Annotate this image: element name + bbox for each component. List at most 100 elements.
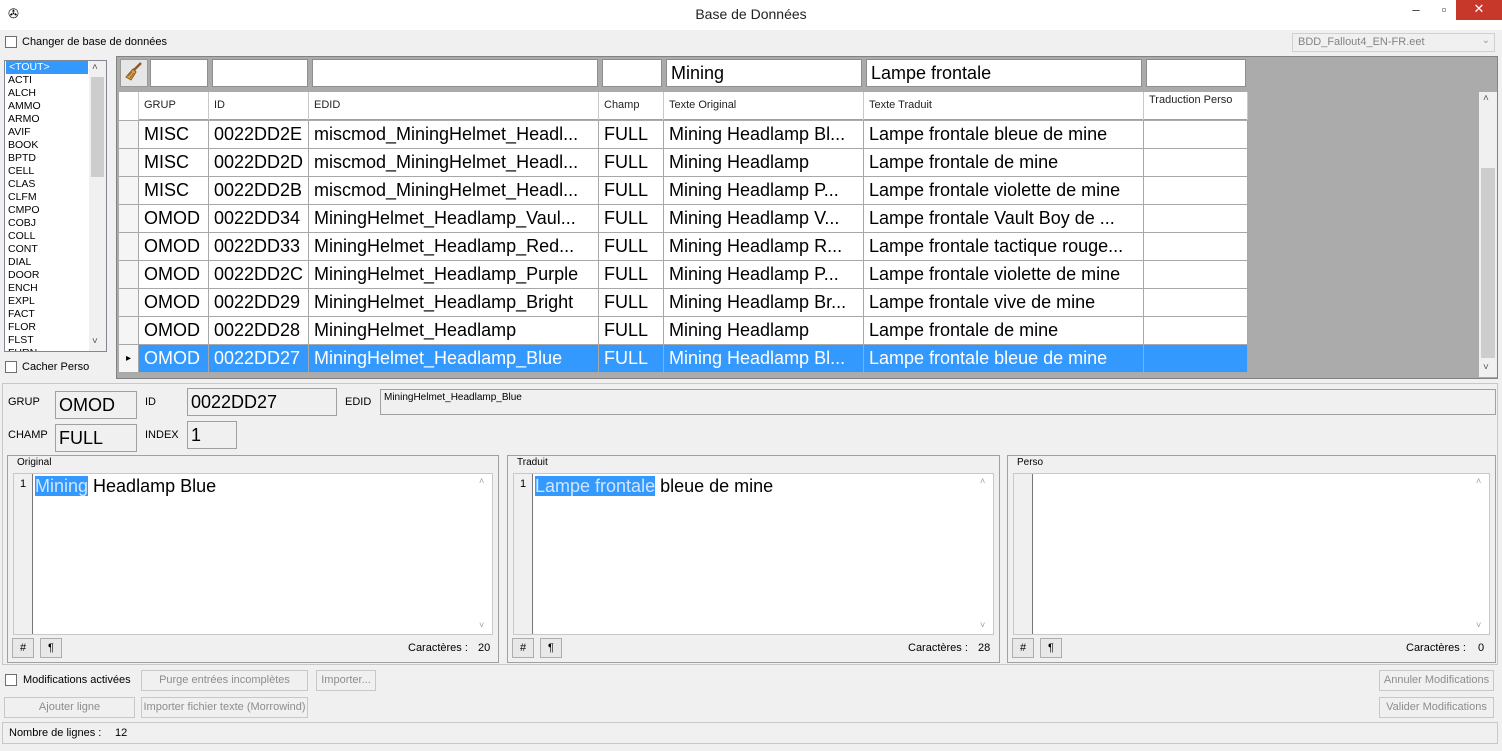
scroll-thumb[interactable] <box>1481 168 1495 358</box>
table-cell[interactable]: 0022DD28 <box>209 317 309 344</box>
original-scrollbar[interactable]: ˄ ˅ <box>475 474 492 634</box>
record-type-list[interactable]: <TOUT> ACTI ALCH AMMO ARMO AVIF BOOK BPTD CELL CL… <box>4 60 107 352</box>
table-row[interactable]: MISC 0022DD2E miscmod_MiningHelmet_Headl..… <box>119 121 1248 149</box>
table-row[interactable]: OMOD 0022DD29 MiningHelmet_Headlamp_Bright… <box>119 289 1248 317</box>
table-cell[interactable] <box>1144 233 1248 260</box>
index-field[interactable]: 1 <box>187 421 237 449</box>
scroll-up-icon[interactable]: ˄ <box>980 476 985 486</box>
table-cell[interactable]: Lampe frontale Vault Boy de ... <box>864 205 1144 232</box>
original-hash-button[interactable]: # <box>12 638 34 658</box>
maximize-button[interactable]: ▫ <box>1430 0 1458 22</box>
table-cell[interactable]: FULL <box>599 233 664 260</box>
table-cell[interactable]: 0022DD2C <box>209 261 309 288</box>
row-header[interactable] <box>119 289 139 316</box>
table-cell[interactable]: Mining Headlamp R... <box>664 233 864 260</box>
table-cell[interactable]: MISC <box>139 177 209 204</box>
close-button[interactable]: ✕ <box>1456 0 1502 20</box>
table-cell[interactable]: FULL <box>599 149 664 176</box>
minimize-button[interactable]: – <box>1402 0 1430 22</box>
table-cell[interactable]: Lampe frontale de mine <box>864 149 1144 176</box>
table-cell[interactable]: OMOD <box>139 205 209 232</box>
cancel-mods-button[interactable]: Annuler Modifications <box>1379 670 1494 691</box>
table-cell[interactable]: Mining Headlamp <box>664 149 864 176</box>
traduit-pilcrow-button[interactable]: ¶ <box>540 638 562 658</box>
table-cell[interactable]: Lampe frontale violette de mine <box>864 177 1144 204</box>
table-cell[interactable]: Lampe frontale violette de mine <box>864 261 1144 288</box>
import-text-button[interactable]: Importer fichier texte (Morrowind) <box>141 697 308 718</box>
table-cell[interactable]: Lampe frontale tactique rouge... <box>864 233 1144 260</box>
row-header[interactable] <box>119 177 139 204</box>
scroll-down-icon[interactable]: ˅ <box>479 620 484 630</box>
col-header-id[interactable]: ID <box>209 92 309 120</box>
validate-mods-button[interactable]: Valider Modifications <box>1379 697 1494 718</box>
grid-scrollbar[interactable]: ˄ ˅ <box>1479 92 1497 377</box>
table-cell[interactable]: MiningHelmet_Headlamp <box>309 317 599 344</box>
col-header-champ[interactable]: Champ <box>599 92 664 120</box>
table-cell[interactable]: FULL <box>599 317 664 344</box>
import-button[interactable]: Importer... <box>316 670 376 691</box>
traduit-editor[interactable]: 1 Lampe frontale bleue de mine ˄ ˅ <box>513 473 994 635</box>
traduit-text[interactable]: Lampe frontale bleue de mine <box>535 476 773 497</box>
table-cell[interactable]: miscmod_MiningHelmet_Headl... <box>309 121 599 148</box>
table-cell[interactable]: 0022DD2E <box>209 121 309 148</box>
table-cell[interactable]: 0022DD33 <box>209 233 309 260</box>
table-row[interactable]: OMOD 0022DD2C MiningHelmet_Headlamp_Purple… <box>119 261 1248 289</box>
filter-original-input[interactable]: Mining <box>666 59 862 87</box>
row-header[interactable] <box>119 121 139 148</box>
scroll-thumb[interactable] <box>91 77 104 177</box>
table-cell[interactable]: Mining Headlamp <box>664 317 864 344</box>
table-cell[interactable]: Lampe frontale vive de mine <box>864 289 1144 316</box>
table-cell[interactable]: OMOD <box>139 317 209 344</box>
table-cell[interactable]: OMOD <box>139 289 209 316</box>
table-cell[interactable]: Mining Headlamp Br... <box>664 289 864 316</box>
table-cell[interactable]: 0022DD27 <box>209 345 309 372</box>
perso-hash-button[interactable]: # <box>1012 638 1034 658</box>
table-cell[interactable]: 0022DD2B <box>209 177 309 204</box>
table-cell[interactable]: FULL <box>599 261 664 288</box>
purge-button[interactable]: Purge entrées incomplètes <box>141 670 308 691</box>
type-list-item[interactable]: <TOUT> <box>6 61 88 74</box>
table-cell[interactable] <box>1144 121 1248 148</box>
table-cell[interactable]: FULL <box>599 205 664 232</box>
table-cell[interactable]: Mining Headlamp P... <box>664 177 864 204</box>
scroll-up-icon[interactable]: ˄ <box>1476 476 1481 486</box>
db-file-select[interactable]: BDD_Fallout4_EN-FR.eet ⌄ <box>1292 33 1495 52</box>
table-cell[interactable] <box>1144 289 1248 316</box>
type-list-scrollbar[interactable]: ˄ ˅ <box>89 61 106 351</box>
perso-pilcrow-button[interactable]: ¶ <box>1040 638 1062 658</box>
col-header-perso[interactable]: Traduction Perso <box>1144 92 1248 120</box>
table-row[interactable]: OMOD 0022DD33 MiningHelmet_Headlamp_Red...… <box>119 233 1248 261</box>
table-cell[interactable]: FULL <box>599 345 664 372</box>
table-cell[interactable]: Mining Headlamp Bl... <box>664 345 864 372</box>
mods-enabled-checkbox[interactable] <box>5 674 17 686</box>
table-cell[interactable]: Mining Headlamp V... <box>664 205 864 232</box>
scroll-down-icon[interactable]: ˅ <box>92 336 98 347</box>
table-row[interactable]: ▸ OMOD 0022DD27 MiningHelmet_Headlamp_Blue F… <box>119 345 1248 373</box>
table-cell[interactable]: OMOD <box>139 233 209 260</box>
row-header[interactable]: ▸ <box>119 345 139 372</box>
filter-traduit-input[interactable]: Lampe frontale <box>866 59 1142 87</box>
table-cell[interactable]: FULL <box>599 121 664 148</box>
col-header-traduit[interactable]: Texte Traduit <box>864 92 1144 120</box>
table-cell[interactable]: 0022DD2D <box>209 149 309 176</box>
add-line-button[interactable]: Ajouter ligne <box>4 697 135 718</box>
filter-perso-input[interactable] <box>1146 59 1246 87</box>
row-header[interactable] <box>119 233 139 260</box>
clear-filters-button[interactable] <box>120 59 148 87</box>
table-cell[interactable]: MISC <box>139 149 209 176</box>
table-cell[interactable]: miscmod_MiningHelmet_Headl... <box>309 177 599 204</box>
table-cell[interactable] <box>1144 205 1248 232</box>
table-row[interactable]: OMOD 0022DD28 MiningHelmet_Headlamp FULL Min… <box>119 317 1248 345</box>
table-cell[interactable]: Mining Headlamp Bl... <box>664 121 864 148</box>
table-cell[interactable]: MiningHelmet_Headlamp_Red... <box>309 233 599 260</box>
table-cell[interactable]: 0022DD34 <box>209 205 309 232</box>
table-row[interactable]: MISC 0022DD2B miscmod_MiningHelmet_Headl..… <box>119 177 1248 205</box>
change-db-checkbox[interactable] <box>5 36 17 48</box>
edid-field[interactable]: MiningHelmet_Headlamp_Blue <box>380 389 1496 415</box>
table-cell[interactable] <box>1144 149 1248 176</box>
scroll-down-icon[interactable]: ˅ <box>980 620 985 630</box>
filter-champ-input[interactable] <box>602 59 662 87</box>
col-header-edid[interactable]: EDID <box>309 92 599 120</box>
scroll-down-icon[interactable]: ˅ <box>1483 362 1489 373</box>
table-cell[interactable]: FULL <box>599 177 664 204</box>
